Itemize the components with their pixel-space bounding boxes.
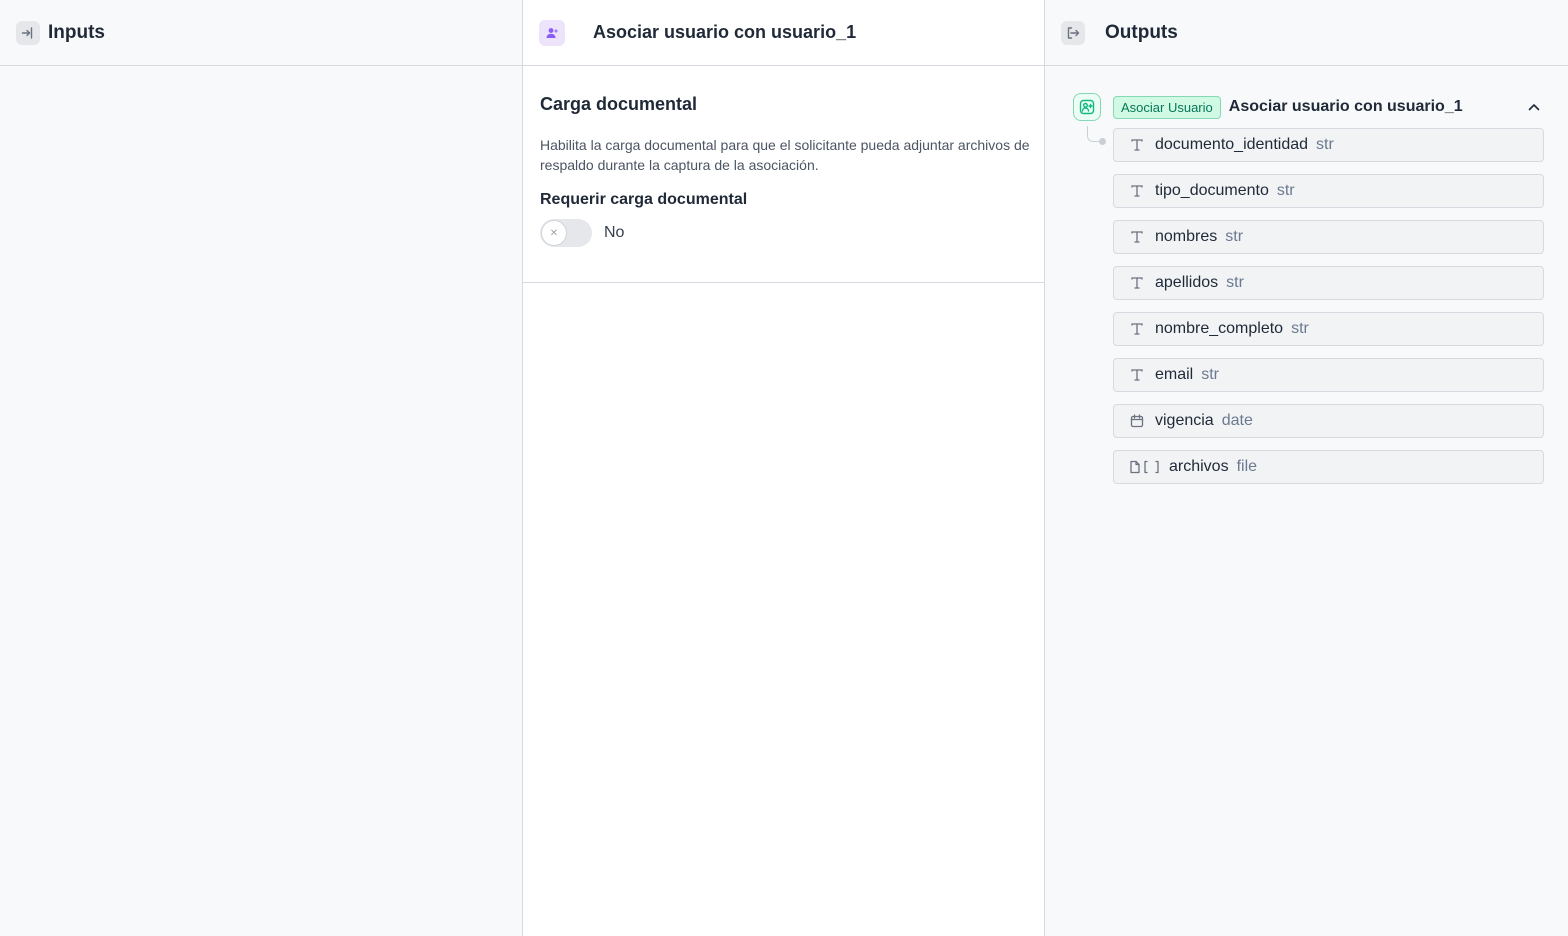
toggle-value-label: No [604, 224, 625, 241]
field-name: apellidos [1155, 274, 1219, 291]
text-type-icon [1129, 275, 1145, 291]
log-in-icon [16, 20, 40, 45]
output-field[interactable]: nombre_completo str [1113, 312, 1544, 346]
output-node: Asociar Usuario Asociar usuario con usua… [1073, 92, 1544, 484]
node-name: Asociar usuario con usuario_1 [1228, 98, 1463, 115]
section-description: Habilita la carga documental para que el… [540, 137, 1030, 173]
field-type: str [1226, 274, 1244, 291]
require-upload-row: ✕ No [540, 219, 1027, 247]
output-field[interactable]: vigencia date [1113, 404, 1544, 438]
field-type: date [1221, 412, 1253, 429]
calendar-icon [1129, 413, 1145, 429]
field-type: str [1276, 182, 1295, 199]
field-name: email [1155, 366, 1194, 383]
editor-panel: Asociar usuario con usuario_1 Carga docu… [522, 0, 1045, 936]
output-fields-list: documento_identidad str tipo_documento s… [1113, 128, 1544, 496]
editor-title: Asociar usuario con usuario_1 [593, 22, 857, 42]
text-type-icon [1129, 321, 1145, 337]
editor-header: Asociar usuario con usuario_1 [523, 0, 1044, 66]
output-field[interactable]: archivos file [1113, 450, 1544, 484]
require-upload-toggle[interactable]: ✕ [540, 219, 592, 247]
toggle-off-icon: ✕ [541, 220, 567, 246]
outputs-title: Outputs [1105, 21, 1178, 43]
text-type-icon [1129, 367, 1145, 383]
require-upload-label: Requerir carga documental [540, 191, 748, 208]
output-field[interactable]: documento_identidad str [1113, 128, 1544, 162]
inputs-panel: Inputs [0, 0, 522, 936]
output-node-header: Asociar Usuario Asociar usuario con usua… [1073, 92, 1544, 122]
field-type: str [1225, 228, 1244, 245]
user-plus-icon [1073, 93, 1101, 121]
output-field[interactable]: email str [1113, 358, 1544, 392]
tree-connector-dot [1099, 138, 1106, 145]
inputs-header: Inputs [0, 0, 522, 66]
user-plus-icon [539, 19, 565, 46]
collapse-button[interactable] [1524, 97, 1544, 117]
document-upload-section: Carga documental Habilita la carga docum… [523, 66, 1044, 283]
output-field[interactable]: apellidos str [1113, 266, 1544, 300]
file-array-icon [1129, 459, 1161, 475]
field-type: file [1236, 458, 1258, 475]
field-name: nombres [1155, 228, 1218, 245]
outputs-panel: Outputs Asociar Usuario Asociar usuario … [1045, 0, 1568, 936]
field-type: str [1201, 366, 1220, 383]
chevron-up-icon [1528, 104, 1540, 111]
field-name: archivos [1169, 458, 1229, 475]
field-name: documento_identidad [1155, 136, 1309, 153]
output-field[interactable]: tipo_documento str [1113, 174, 1544, 208]
section-title: Carga documental [540, 94, 698, 114]
field-type: str [1316, 136, 1334, 153]
field-name: nombre_completo [1155, 320, 1284, 337]
field-type: str [1291, 320, 1309, 337]
text-type-icon [1129, 229, 1145, 245]
field-name: tipo_documento [1155, 182, 1269, 199]
text-type-icon [1129, 183, 1145, 199]
output-field[interactable]: nombres str [1113, 220, 1544, 254]
field-name: vigencia [1155, 412, 1214, 429]
text-type-icon [1129, 137, 1145, 153]
inputs-title: Inputs [48, 21, 105, 43]
log-out-icon [1061, 20, 1085, 45]
outputs-header: Outputs [1045, 0, 1568, 66]
node-type-badge: Asociar Usuario [1113, 95, 1221, 119]
